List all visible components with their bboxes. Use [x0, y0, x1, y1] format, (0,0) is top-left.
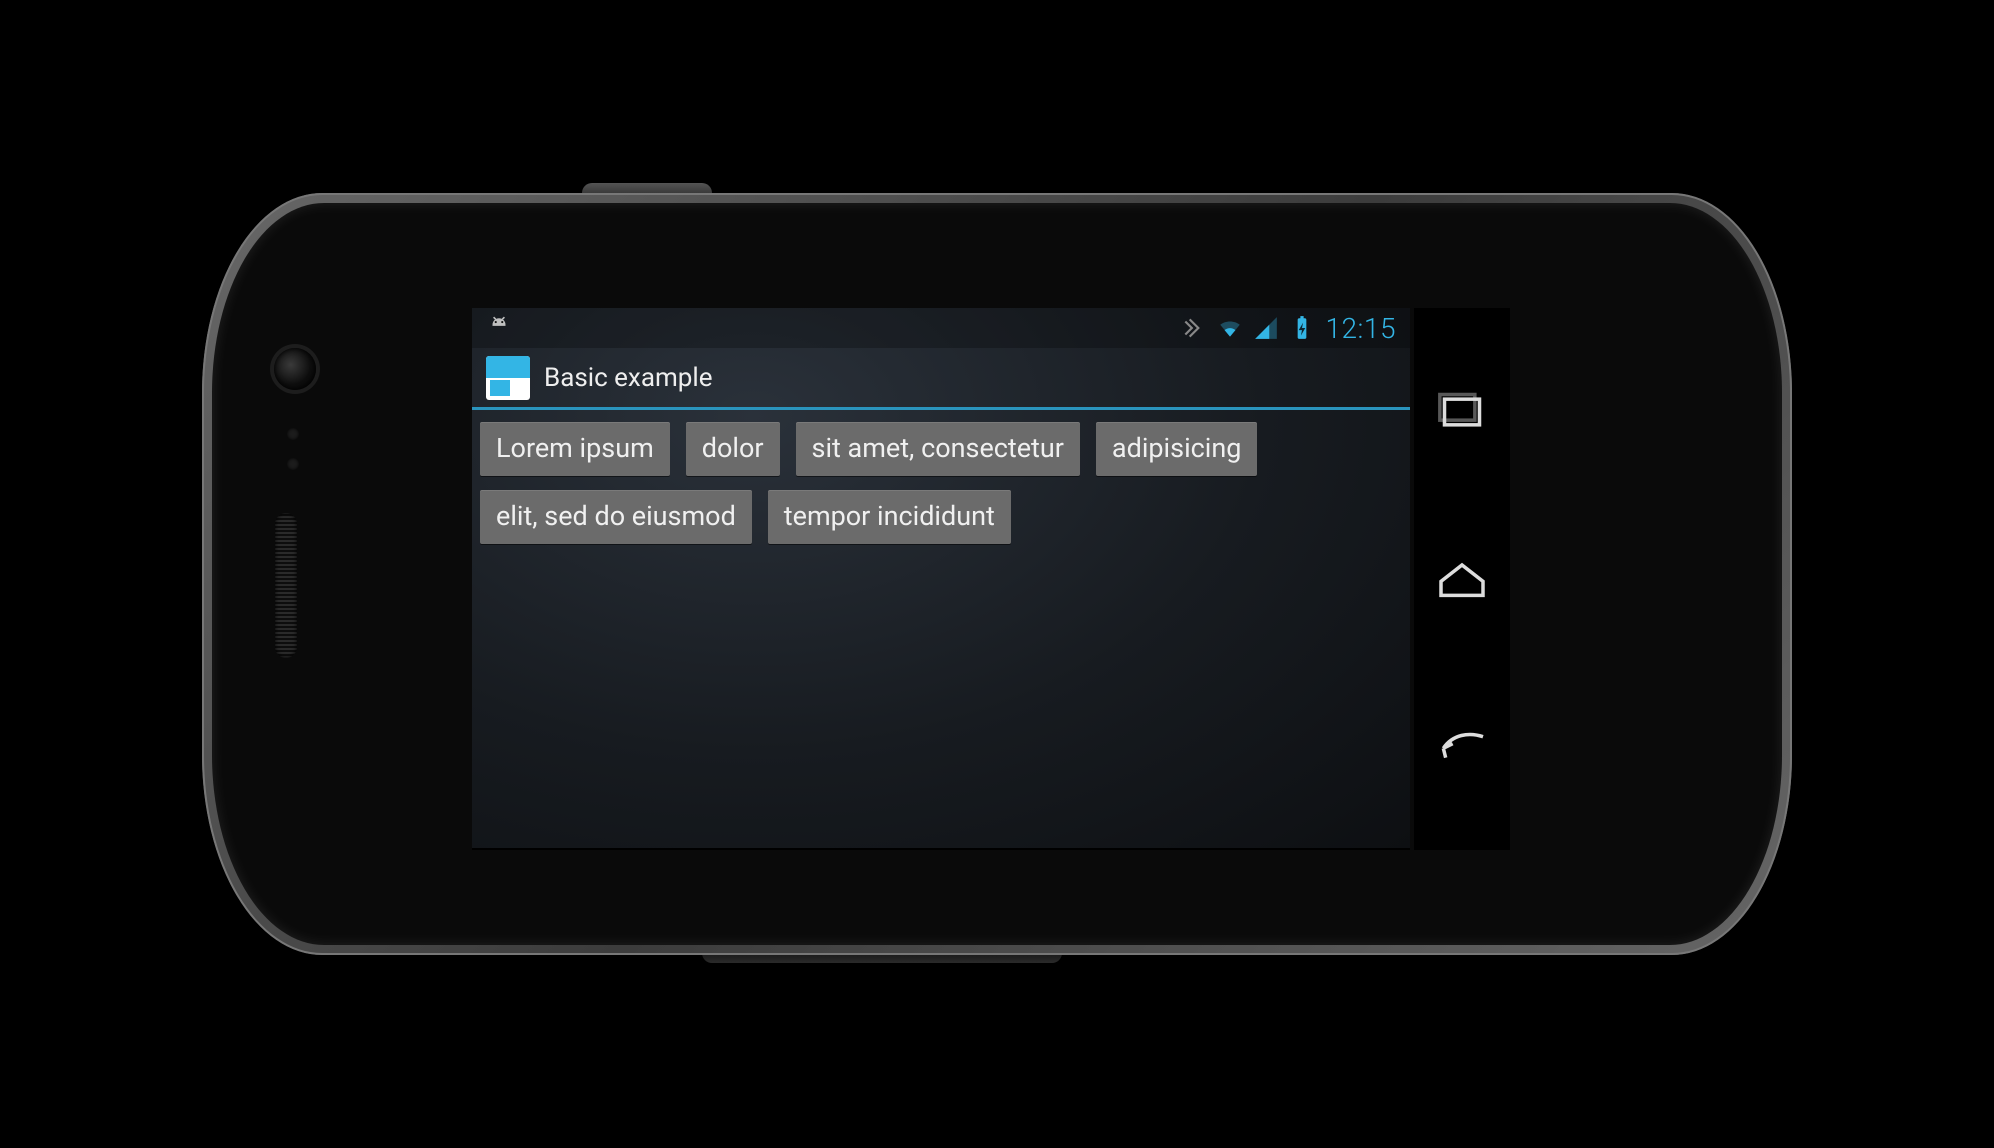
- chip-item[interactable]: dolor: [686, 422, 780, 476]
- chip-item[interactable]: adipisicing: [1096, 422, 1257, 476]
- vibrate-icon: [1181, 315, 1207, 341]
- status-bar: 12:15: [472, 308, 1410, 348]
- chip-item[interactable]: tempor incididunt: [768, 490, 1011, 544]
- action-bar: Basic example: [472, 348, 1410, 410]
- front-camera: [274, 348, 316, 390]
- battery-charging-icon: [1289, 315, 1315, 341]
- sensor-dot: [287, 458, 299, 470]
- android-debug-icon: [486, 315, 512, 341]
- chip-item[interactable]: elit, sed do eiusmod: [480, 490, 752, 544]
- app-icon[interactable]: [486, 356, 530, 400]
- recent-apps-button[interactable]: [1434, 392, 1490, 432]
- earpiece-speaker: [275, 513, 297, 658]
- signal-icon: [1253, 315, 1279, 341]
- action-bar-title: Basic example: [544, 363, 712, 393]
- system-nav-bar: [1414, 308, 1510, 850]
- chip-item[interactable]: Lorem ipsum: [480, 422, 670, 476]
- back-button[interactable]: [1434, 726, 1490, 766]
- phone-frame: 12:15 Basic example Lorem ipsum dolor si…: [202, 193, 1792, 955]
- chip-container: Lorem ipsum dolor sit amet, consectetur …: [480, 422, 1402, 544]
- sensor-dot: [287, 428, 299, 440]
- content-area: Lorem ipsum dolor sit amet, consectetur …: [472, 410, 1410, 556]
- home-button[interactable]: [1434, 559, 1490, 599]
- wifi-icon: [1217, 315, 1243, 341]
- device-screen: 12:15 Basic example Lorem ipsum dolor si…: [472, 308, 1410, 850]
- chip-item[interactable]: sit amet, consectetur: [796, 422, 1080, 476]
- status-clock: 12:15: [1325, 312, 1396, 345]
